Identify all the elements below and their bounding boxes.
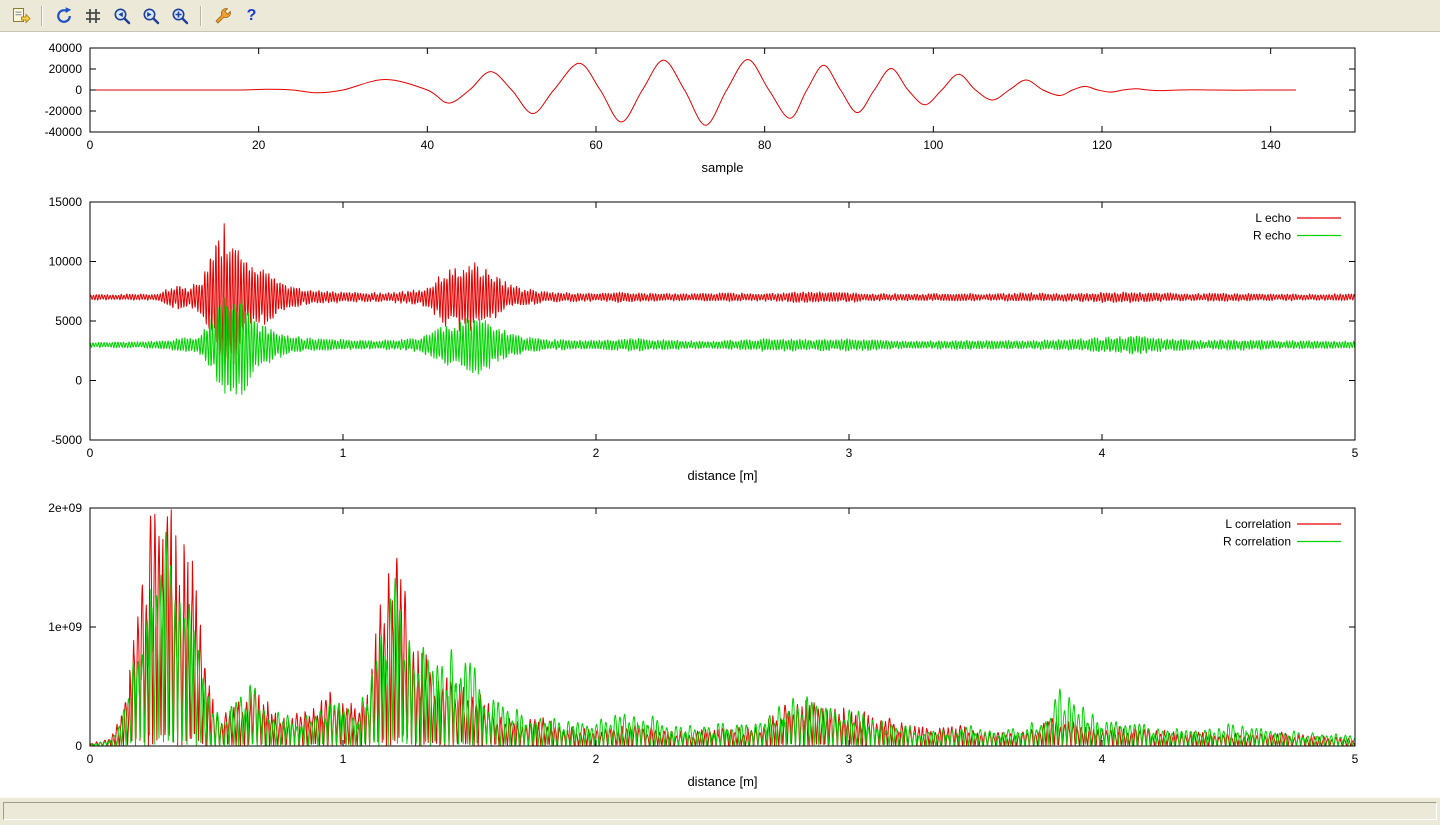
- svg-text:4: 4: [1099, 752, 1106, 766]
- svg-text:2: 2: [593, 446, 600, 460]
- svg-text:0: 0: [75, 739, 82, 753]
- svg-text:sample: sample: [702, 160, 744, 175]
- svg-text:2e+09: 2e+09: [48, 501, 82, 515]
- svg-text:-20000: -20000: [45, 104, 83, 118]
- help-button[interactable]: ?: [238, 3, 265, 28]
- echo-chart[interactable]: 0 1 2 3 4 5 -5000 0 5000 10000 15000 distance [m] L …: [0, 187, 1440, 497]
- svg-text:40000: 40000: [49, 41, 83, 55]
- svg-text:0: 0: [75, 83, 82, 97]
- svg-text:80: 80: [758, 138, 772, 152]
- svg-text:120: 120: [1092, 138, 1112, 152]
- svg-text:-40000: -40000: [45, 125, 83, 139]
- toolbar-separator: [200, 6, 202, 26]
- status-bar: [0, 797, 1440, 825]
- help-icon: ?: [247, 8, 257, 24]
- signal-chart[interactable]: 0 20 40 60 80 100 120 140 -40000 -20000 0 20000 4000…: [0, 32, 1440, 187]
- autoscale-button[interactable]: [166, 3, 193, 28]
- svg-text:15000: 15000: [49, 195, 83, 209]
- svg-text:0: 0: [87, 752, 94, 766]
- zoom-previous-button[interactable]: [108, 3, 135, 28]
- zoom-previous-icon: [112, 6, 132, 26]
- status-text: [3, 802, 1437, 820]
- copy-to-clipboard-button[interactable]: [7, 3, 34, 28]
- svg-text:distance [m]: distance [m]: [687, 468, 757, 483]
- svg-text:L echo: L echo: [1255, 211, 1291, 225]
- svg-text:0: 0: [87, 446, 94, 460]
- svg-text:3: 3: [846, 446, 853, 460]
- zoom-next-button[interactable]: [137, 3, 164, 28]
- svg-text:R correlation: R correlation: [1223, 535, 1291, 549]
- config-icon: [213, 6, 233, 26]
- svg-text:-5000: -5000: [51, 433, 82, 447]
- correlation-chart[interactable]: 0 1 2 3 4 5 0 1e+09 2e+09 distance [m] L correlati…: [0, 497, 1440, 797]
- grid-button[interactable]: [79, 3, 106, 28]
- svg-text:0: 0: [87, 138, 94, 152]
- svg-text:1: 1: [340, 752, 347, 766]
- svg-text:0: 0: [75, 374, 82, 388]
- toolbar-separator: [41, 6, 43, 26]
- svg-text:60: 60: [589, 138, 603, 152]
- svg-text:140: 140: [1261, 138, 1281, 152]
- svg-text:3: 3: [846, 752, 853, 766]
- svg-text:5000: 5000: [55, 314, 82, 328]
- svg-text:1e+09: 1e+09: [48, 620, 82, 634]
- svg-text:5: 5: [1352, 752, 1359, 766]
- svg-text:L correlation: L correlation: [1225, 517, 1291, 531]
- copy-to-clipboard-icon: [11, 6, 31, 26]
- grid-icon: [83, 6, 103, 26]
- svg-text:4: 4: [1099, 446, 1106, 460]
- svg-text:20000: 20000: [49, 62, 83, 76]
- plot-area: 020406080100120140-40000-200000200004000…: [0, 32, 1440, 797]
- replot-button[interactable]: [50, 3, 77, 28]
- svg-text:distance [m]: distance [m]: [687, 774, 757, 789]
- gnuplot-window: ? 020406080100120140-40000-2000002000040…: [0, 0, 1440, 825]
- toolbar: ?: [0, 0, 1440, 32]
- replot-icon: [54, 6, 74, 26]
- autoscale-icon: [170, 6, 190, 26]
- svg-text:20: 20: [252, 138, 266, 152]
- svg-text:100: 100: [923, 138, 943, 152]
- zoom-next-icon: [141, 6, 161, 26]
- svg-text:1: 1: [340, 446, 347, 460]
- config-button[interactable]: [209, 3, 236, 28]
- svg-text:R echo: R echo: [1253, 229, 1291, 243]
- svg-text:40: 40: [421, 138, 435, 152]
- svg-text:2: 2: [593, 752, 600, 766]
- svg-text:10000: 10000: [49, 255, 83, 269]
- svg-text:5: 5: [1352, 446, 1359, 460]
